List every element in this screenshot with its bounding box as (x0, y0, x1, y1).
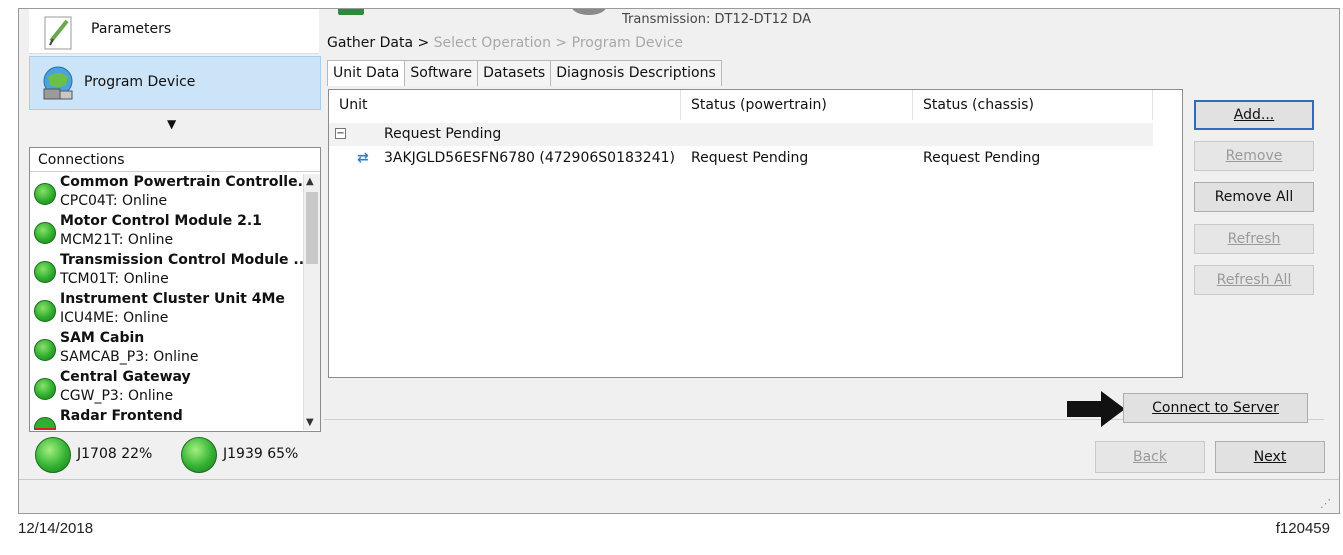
refresh-all-button[interactable]: Refresh All (1194, 265, 1314, 295)
column-header-unit[interactable]: Unit (329, 90, 681, 120)
connection-item[interactable]: Motor Control Module 2.1 MCM21T: Online (30, 213, 303, 252)
connection-status: TCM01T: Online (60, 271, 169, 287)
scroll-up-icon[interactable]: ▲ (306, 176, 314, 187)
online-status-icon (34, 183, 56, 205)
chevron-down-icon: ▼ (167, 117, 177, 131)
connection-item[interactable]: Common Powertrain Controlle... CPC04T: O… (30, 174, 303, 213)
connection-name: Instrument Cluster Unit 4Me (60, 291, 285, 307)
connection-item[interactable]: Radar Frontend (30, 408, 303, 430)
transmission-label: Transmission: DT12-DT12 DA (622, 12, 811, 27)
device-icon (338, 9, 364, 15)
connection-name: Transmission Control Module ... (60, 252, 303, 268)
breadcrumb-gather-data: Gather Data > (327, 35, 430, 51)
connection-name: Common Powertrain Controlle... (60, 174, 303, 190)
connections-list: Common Powertrain Controlle... CPC04T: O… (30, 174, 303, 430)
connection-status: CPC04T: Online (60, 193, 168, 209)
tab-diagnosis-descriptions[interactable]: Diagnosis Descriptions (550, 60, 722, 86)
cell-status-powertrain: Request Pending (691, 150, 809, 166)
breadcrumb: Gather Data > Select Operation > Program… (327, 35, 683, 51)
figure-id: f120459 (1275, 520, 1330, 537)
connection-name: SAM Cabin (60, 330, 145, 346)
nav-item-parameters[interactable]: Parameters (29, 9, 319, 54)
parameters-icon (44, 16, 72, 50)
scroll-down-icon[interactable]: ▼ (306, 417, 314, 428)
connection-status: CGW_P3: Online (60, 388, 174, 404)
arrow-right-icon (1067, 391, 1125, 427)
connection-name: Motor Control Module 2.1 (60, 213, 262, 229)
tab-unit-data[interactable]: Unit Data (327, 60, 406, 86)
j1708-status-icon (35, 437, 71, 473)
column-header-status-chassis[interactable]: Status (chassis) (913, 90, 1153, 120)
application-window: Parameters Program Device ▼ Connections … (18, 8, 1340, 514)
breadcrumb-select-operation: Select Operation > (433, 35, 568, 51)
nav-item-program-device[interactable]: Program Device (29, 56, 321, 110)
nav-item-parameters-label: Parameters (91, 21, 172, 37)
table-row[interactable]: ⇄ 3AKJGLD56ESFN6780 (472906S0183241) Req… (329, 147, 1153, 170)
connections-panel: Connections Common Powertrain Controlle.… (29, 147, 321, 432)
connection-item[interactable]: Instrument Cluster Unit 4Me ICU4ME: Onli… (30, 291, 303, 330)
online-status-icon (34, 300, 56, 322)
collapse-icon[interactable]: − (335, 128, 346, 139)
refresh-button[interactable]: Refresh (1194, 224, 1314, 254)
group-label: Request Pending (384, 126, 502, 142)
breadcrumb-program-device: Program Device (571, 35, 684, 51)
scrollbar-thumb[interactable] (306, 192, 318, 264)
remove-all-button[interactable]: Remove All (1194, 182, 1314, 212)
group-row[interactable]: − Request Pending (329, 123, 1153, 146)
collapse-toggle[interactable]: ▼ (29, 111, 319, 143)
j1708-load-label: J1708 22% (77, 446, 153, 462)
status-bar: ⋰ (19, 479, 1339, 513)
sync-arrows-icon: ⇄ (357, 150, 369, 166)
connection-name: Central Gateway (60, 369, 191, 385)
cell-unit: 3AKJGLD56ESFN6780 (472906S0183241) (384, 150, 675, 166)
tab-bar: Unit Data Software Datasets Diagnosis De… (327, 60, 722, 86)
connections-scrollbar[interactable]: ▲ ▼ (303, 174, 320, 430)
remove-button[interactable]: Remove (1194, 141, 1314, 171)
device-header: Transmission: DT12-DT12 DA (324, 9, 1339, 31)
tab-software[interactable]: Software (404, 60, 479, 86)
online-status-icon (34, 222, 56, 244)
cell-status-chassis: Request Pending (923, 150, 1041, 166)
nav-item-program-device-label: Program Device (84, 74, 196, 90)
j1939-status-icon (181, 437, 217, 473)
online-status-icon (34, 378, 56, 400)
add-button[interactable]: Add... (1194, 100, 1314, 130)
footer-date: 12/14/2018 (18, 520, 94, 537)
connections-header: Connections (30, 148, 320, 172)
connect-to-server-button[interactable]: Connect to Server (1123, 393, 1308, 423)
connection-item[interactable]: Central Gateway CGW_P3: Online (30, 369, 303, 408)
connection-status: ICU4ME: Online (60, 310, 169, 326)
next-button[interactable]: Next (1215, 441, 1325, 473)
column-header-status-powertrain[interactable]: Status (powertrain) (681, 90, 913, 120)
online-status-icon (34, 261, 56, 283)
online-status-icon (34, 339, 56, 361)
transmission-icon (572, 9, 606, 15)
connection-status: SAMCAB_P3: Online (60, 349, 199, 365)
j1939-load-label: J1939 65% (223, 446, 299, 462)
connection-name: Radar Frontend (60, 408, 183, 424)
back-button[interactable]: Back (1095, 441, 1205, 473)
connection-status: MCM21T: Online (60, 232, 174, 248)
connection-item[interactable]: SAM Cabin SAMCAB_P3: Online (30, 330, 303, 369)
warning-status-icon (34, 417, 56, 430)
unit-table: Unit Status (powertrain) Status (chassis… (328, 89, 1183, 378)
resize-grip-icon[interactable]: ⋰ (1320, 497, 1331, 510)
program-device-icon (43, 66, 73, 100)
bus-load-indicators: J1708 22% J1939 65% (35, 437, 325, 477)
tab-datasets[interactable]: Datasets (477, 60, 552, 86)
connection-item[interactable]: Transmission Control Module ... TCM01T: … (30, 252, 303, 291)
